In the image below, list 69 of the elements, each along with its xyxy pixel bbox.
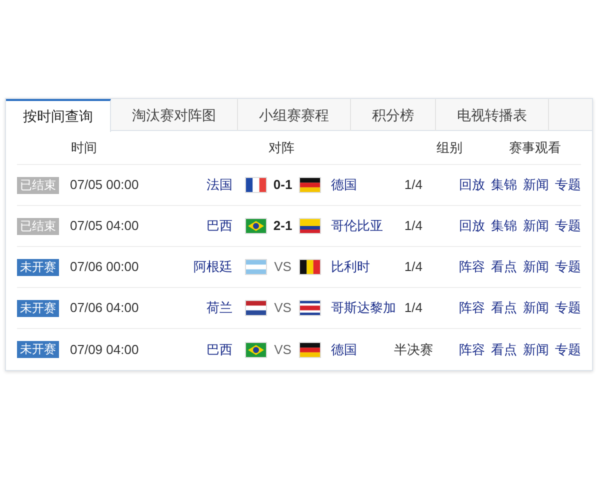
match-score: 2-1 [272, 217, 294, 236]
watch-link[interactable]: 集锦 [491, 175, 517, 195]
tab[interactable]: 电视转播表 [436, 99, 549, 131]
match-score: VS [273, 258, 292, 276]
watch-link[interactable]: 新闻 [523, 340, 549, 360]
group-label: 1/4 [403, 176, 424, 194]
group-label: 1/4 [403, 299, 424, 318]
group-label: 1/4 [403, 258, 424, 276]
team-link[interactable]: 德国 [331, 177, 358, 192]
team-link[interactable]: 巴西 [206, 216, 233, 236]
match-time: 07/05 00:00 [70, 176, 140, 194]
team-link[interactable]: 德国 [331, 342, 358, 357]
team-link[interactable]: 巴西 [206, 340, 233, 360]
status-badge: 已结束 [17, 176, 59, 194]
match-time: 07/06 04:00 [70, 299, 140, 318]
team-link[interactable]: 哥斯达黎加 [331, 300, 396, 316]
watch-link[interactable]: 专题 [555, 298, 581, 318]
status-badge: 已结束 [17, 218, 59, 234]
column-header: 组别 [436, 138, 464, 157]
group-label: 半决赛 [392, 340, 434, 359]
flag-icon [299, 218, 322, 234]
watch-link[interactable]: 专题 [555, 175, 581, 195]
watch-link[interactable]: 专题 [555, 216, 581, 236]
watch-link[interactable]: 集锦 [491, 216, 517, 236]
team-link[interactable]: 法国 [206, 175, 233, 195]
watch-link[interactable]: 新闻 [523, 175, 549, 195]
watch-link[interactable]: 新闻 [523, 216, 549, 236]
watch-link[interactable]: 专题 [555, 257, 581, 277]
column-header: 赛事观看 [508, 138, 562, 157]
team-link[interactable]: 哥伦比亚 [331, 218, 384, 234]
tab[interactable]: 淘汰赛对阵图 [111, 99, 238, 131]
match-score: 0-1 [272, 176, 294, 194]
flag-icon [299, 300, 322, 316]
flag-icon [244, 218, 267, 234]
tab[interactable]: 小组赛赛程 [238, 99, 351, 131]
flag-icon [244, 342, 267, 358]
watch-link[interactable]: 专题 [555, 340, 581, 360]
watch-link[interactable]: 阵容 [459, 298, 485, 318]
status-badge: 未开赛 [17, 341, 59, 358]
flag-icon [244, 177, 267, 193]
match-time: 07/09 04:00 [70, 340, 140, 359]
flag-icon [299, 177, 322, 193]
match-time: 07/06 00:00 [70, 258, 140, 276]
group-label: 1/4 [403, 217, 424, 236]
flag-icon [299, 259, 322, 275]
flag-icon [244, 300, 267, 316]
status-badge: 未开赛 [17, 300, 59, 316]
watch-link[interactable]: 阵容 [459, 340, 485, 360]
match-time: 07/05 04:00 [70, 217, 140, 236]
watch-link[interactable]: 新闻 [523, 298, 549, 318]
column-header: 对阵 [268, 138, 296, 157]
watch-link[interactable]: 阵容 [459, 257, 485, 277]
flag-icon [299, 342, 322, 358]
watch-link[interactable]: 看点 [491, 257, 517, 277]
tab[interactable]: 按时间查询 [6, 99, 111, 132]
team-link[interactable]: 荷兰 [206, 298, 233, 318]
tab[interactable]: 积分榜 [351, 99, 436, 131]
watch-link[interactable]: 看点 [491, 298, 517, 318]
watch-link[interactable]: 回放 [459, 175, 485, 195]
match-score: VS [273, 299, 292, 318]
team-link[interactable]: 阿根廷 [194, 257, 233, 277]
team-link[interactable]: 比利时 [331, 259, 370, 274]
watch-link[interactable]: 看点 [491, 340, 517, 360]
flag-icon [244, 259, 267, 275]
watch-link[interactable]: 新闻 [523, 257, 549, 277]
status-badge: 未开赛 [17, 258, 59, 276]
watch-link[interactable]: 回放 [459, 216, 485, 236]
column-header: 时间 [70, 138, 98, 157]
match-score: VS [273, 340, 292, 359]
